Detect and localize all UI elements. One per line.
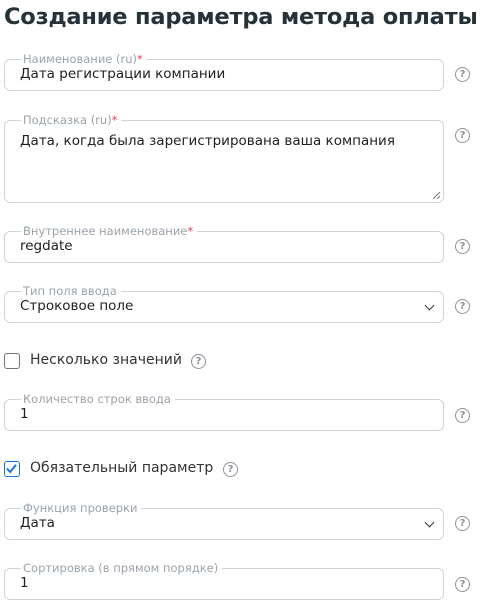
validation-function-select[interactable]: Функция проверки Дата bbox=[4, 500, 444, 540]
question-circle-icon[interactable]: ? bbox=[223, 462, 238, 477]
required-param-label[interactable]: Обязательный параметр bbox=[30, 460, 213, 476]
page-title: Создание параметра метода оплаты bbox=[4, 4, 478, 30]
validation-function-selected-value: Дата bbox=[20, 515, 55, 531]
required-mark: * bbox=[187, 224, 194, 238]
input-rows-field-label: Количество строк ввода bbox=[21, 391, 175, 407]
input-type-select[interactable]: Тип поля ввода Строковое поле bbox=[4, 283, 444, 323]
question-circle-icon[interactable]: ? bbox=[191, 354, 206, 369]
checkmark-icon bbox=[6, 464, 17, 474]
input-rows-field-value[interactable]: 1 bbox=[20, 406, 29, 422]
input-type-select-label: Тип поля ввода bbox=[21, 283, 121, 299]
internal-name-field-value[interactable]: regdate bbox=[20, 238, 73, 254]
multiple-values-checkbox[interactable] bbox=[4, 353, 20, 369]
chevron-down-icon bbox=[424, 300, 435, 311]
question-circle-icon[interactable]: ? bbox=[455, 408, 470, 423]
hint-field-label: Подсказка (ru)* bbox=[21, 112, 122, 128]
hint-field-value[interactable]: Дата, когда была зарегистрирована ваша к… bbox=[20, 133, 395, 149]
validation-function-label: Функция проверки bbox=[21, 500, 142, 516]
question-circle-icon[interactable]: ? bbox=[455, 299, 470, 314]
required-param-checkbox[interactable] bbox=[4, 461, 20, 477]
required-mark: * bbox=[137, 52, 143, 66]
question-circle-icon[interactable]: ? bbox=[455, 516, 470, 531]
name-field-value[interactable]: Дата регистрации компании bbox=[20, 66, 225, 82]
name-field[interactable]: Наименование (ru)* Дата регистрации комп… bbox=[4, 51, 444, 91]
internal-name-field[interactable]: Внутреннее наименование* regdate bbox=[4, 223, 444, 263]
multiple-values-label[interactable]: Несколько значений bbox=[30, 352, 182, 368]
resize-handle-icon[interactable] bbox=[432, 191, 441, 200]
hint-textarea[interactable]: Подсказка (ru)* Дата, когда была зарегис… bbox=[4, 112, 444, 203]
question-circle-icon[interactable]: ? bbox=[455, 67, 470, 82]
chevron-down-icon bbox=[424, 517, 435, 528]
required-mark: * bbox=[111, 113, 118, 127]
sort-order-field-value[interactable]: 1 bbox=[20, 575, 29, 591]
internal-name-field-label: Внутреннее наименование* bbox=[21, 223, 198, 239]
input-rows-field[interactable]: Количество строк ввода 1 bbox=[4, 391, 444, 431]
name-field-label: Наименование (ru)* bbox=[21, 51, 147, 67]
sort-order-field-label: Сортировка (в прямом порядке) bbox=[21, 560, 223, 576]
question-circle-icon[interactable]: ? bbox=[455, 239, 470, 254]
question-circle-icon[interactable]: ? bbox=[455, 128, 470, 143]
sort-order-field[interactable]: Сортировка (в прямом порядке) 1 bbox=[4, 560, 444, 600]
question-circle-icon[interactable]: ? bbox=[455, 577, 470, 592]
input-type-selected-value: Строковое поле bbox=[20, 298, 134, 314]
